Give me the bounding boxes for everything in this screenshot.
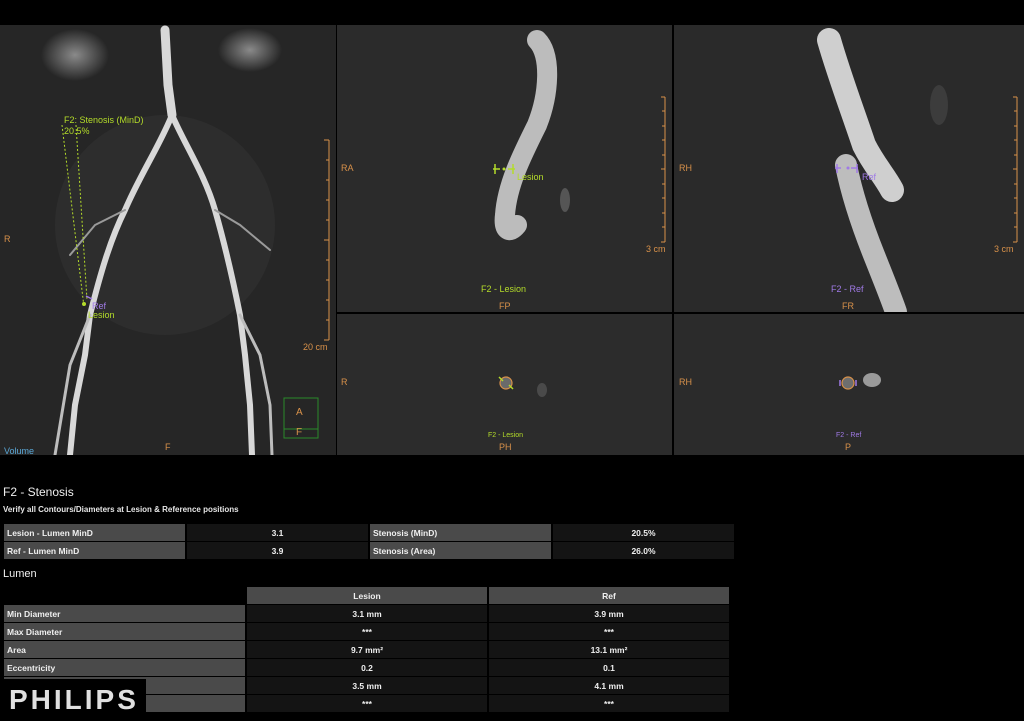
volume-rendering: [41, 25, 330, 455]
report-subtitle: Verify all Contours/Diameters at Lesion …: [3, 505, 239, 514]
scale-label: 3 cm: [646, 244, 666, 254]
report-title: F2 - Stenosis: [3, 485, 74, 499]
ref-cell: 13.1 mm²: [489, 641, 729, 658]
lesion-cell: 0.2: [247, 659, 487, 676]
ref-cell: ***: [489, 695, 729, 712]
table-row: Lesion - Lumen MinD 3.1 Stenosis (MinD) …: [4, 524, 734, 541]
lesion-cell: ***: [247, 623, 487, 640]
viewport-title: F2 - Ref: [831, 284, 864, 294]
lesion-cell: ***: [247, 695, 487, 712]
orientation-left: RH: [679, 377, 692, 387]
orientation-left: R: [341, 377, 348, 387]
summary-label: Ref - Lumen MinD: [4, 542, 185, 559]
table-row: Area 9.7 mm² 13.1 mm²: [4, 641, 729, 658]
orientation-left: RA: [341, 163, 354, 173]
row-label: Min Diameter: [4, 605, 245, 622]
summary-value: 20.5%: [553, 524, 734, 541]
row-label: Max Diameter: [4, 623, 245, 640]
orientation-cube-top: A: [296, 407, 303, 418]
table-header-row: Lesion Ref: [4, 587, 729, 604]
lesion-long-image: [493, 30, 666, 243]
lesion-cell: 3.1 mm: [247, 605, 487, 622]
philips-logo: PHILIPS: [0, 679, 146, 721]
orientation-left: R: [4, 234, 11, 244]
viewport-title: F2 - Lesion: [481, 284, 527, 294]
orientation-left: RH: [679, 163, 692, 173]
stenosis-annotation-title: F2: Stenosis (MinD): [64, 115, 144, 125]
table-row: Max Diameter *** ***: [4, 623, 729, 640]
table-row: Eccentricity 0.2 0.1: [4, 659, 729, 676]
volume-link[interactable]: Volume: [4, 441, 34, 455]
volume-viewport[interactable]: F2: Stenosis (MinD) 20.5% Ref Lesion R F…: [0, 25, 336, 455]
summary-label: Lesion - Lumen MinD: [4, 524, 185, 541]
lumen-title: Lumen: [3, 568, 37, 580]
column-header-ref: Ref: [489, 587, 729, 604]
ref-cell: 3.9 mm: [489, 605, 729, 622]
lesion-cell: 9.7 mm²: [247, 641, 487, 658]
ref-cross-viewport[interactable]: RH F2 - Ref P: [674, 314, 1024, 455]
lesion-longitudinal-viewport[interactable]: Lesion RA F2 - Lesion FP 3 cm: [337, 25, 672, 312]
scale-label: 20 cm: [303, 342, 328, 352]
viewport-title: F2 - Ref: [836, 432, 862, 439]
orientation-cube-bottom: F: [296, 427, 303, 438]
orientation-bottom: FP: [499, 301, 511, 311]
orientation-bottom: PH: [499, 442, 512, 452]
table-row: Min Diameter 3.1 mm 3.9 mm: [4, 605, 729, 622]
ref-longitudinal-viewport[interactable]: Ref RH F2 - Ref FR 3 cm: [674, 25, 1024, 312]
scale-label: 3 cm: [994, 244, 1014, 254]
orientation-bottom: P: [845, 442, 852, 452]
lesion-marker-label: Lesion: [517, 172, 544, 182]
summary-value: 3.1: [187, 524, 368, 541]
stenosis-annotation-value: 20.5%: [64, 126, 90, 136]
lesion-marker-label: Lesion: [88, 310, 115, 320]
summary-value: 3.9: [187, 542, 368, 559]
column-header-lesion: Lesion: [247, 587, 487, 604]
table-row: Ref - Lumen MinD 3.9 Stenosis (Area) 26.…: [4, 542, 734, 559]
ref-cell: ***: [489, 623, 729, 640]
summary-value: 26.0%: [553, 542, 734, 559]
orientation-bottom: F: [165, 442, 171, 452]
viewport-title: F2 - Lesion: [488, 432, 524, 439]
orientation-bottom: FR: [842, 301, 854, 311]
header-spacer: [4, 587, 245, 604]
logo-text: PHILIPS: [9, 684, 139, 715]
ref-cell: 0.1: [489, 659, 729, 676]
row-label: Area: [4, 641, 245, 658]
summary-label: Stenosis (MinD): [370, 524, 551, 541]
summary-label: Stenosis (Area): [370, 542, 551, 559]
lesion-cross-viewport[interactable]: R F2 - Lesion PH: [337, 314, 672, 455]
ref-cell: 4.1 mm: [489, 677, 729, 694]
row-label: Eccentricity: [4, 659, 245, 676]
lesion-cell: 3.5 mm: [247, 677, 487, 694]
ref-long-image: [817, 28, 1018, 312]
volume-link-label: Volume: [4, 446, 35, 455]
stenosis-annotation[interactable]: F2: Stenosis (MinD) 20.5%: [64, 115, 144, 137]
ref-marker-label: Ref: [862, 172, 877, 182]
summary-table: Lesion - Lumen MinD 3.1 Stenosis (MinD) …: [2, 523, 736, 560]
